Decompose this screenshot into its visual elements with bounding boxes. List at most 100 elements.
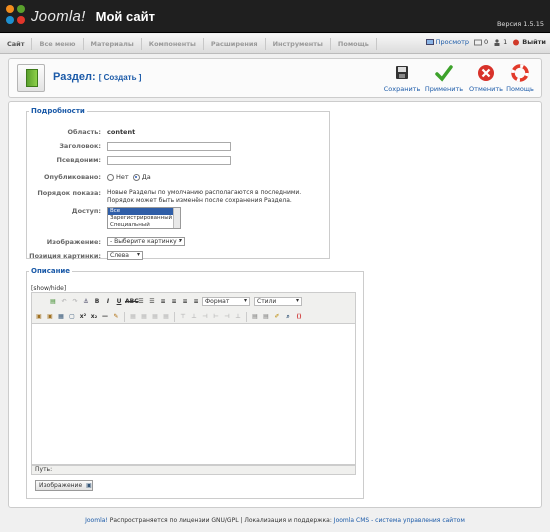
align-left-icon[interactable]: ≡ (158, 297, 168, 307)
cell-props-icon[interactable]: ▦ (150, 312, 160, 322)
lifebuoy-icon (511, 64, 529, 82)
published-yes-radio[interactable] (132, 173, 140, 181)
row-after-icon[interactable]: ⊥ (189, 312, 199, 322)
menu-all-menus[interactable]: Все меню (32, 37, 84, 50)
delete-row-icon[interactable]: ⊣ (200, 312, 210, 322)
version-label: Версия 1.5.15 (496, 20, 544, 28)
scope-label: Область: (67, 128, 101, 136)
html-source-icon[interactable]: ⟨⟩ (294, 312, 304, 322)
editor-textarea[interactable] (31, 324, 356, 465)
ordered-list-icon[interactable]: ☰ (136, 297, 146, 307)
menu-content[interactable]: Материалы (84, 37, 142, 50)
save-label: Сохранить (383, 85, 421, 93)
main-content: Подробности Область: content Заголовок: … (8, 101, 542, 508)
superscript-icon[interactable]: x² (78, 312, 88, 322)
access-option[interactable]: Зарегистрированный (108, 215, 180, 222)
styles-select[interactable]: Стили (254, 297, 302, 306)
align-center-icon[interactable]: ≡ (169, 297, 179, 307)
image-select[interactable]: - Выберите картинку - (107, 237, 185, 246)
access-option[interactable]: Все (108, 208, 180, 215)
section-icon (17, 64, 45, 92)
paste-word-icon[interactable]: ▣ (45, 312, 55, 322)
bold-icon[interactable]: B (92, 297, 102, 307)
row-props-icon[interactable]: ▦ (139, 312, 149, 322)
image-position-select[interactable]: Слева (107, 251, 143, 260)
access-option[interactable]: Специальный (108, 222, 180, 229)
media-icon[interactable]: ▤ (261, 312, 271, 322)
details-legend: Подробности (31, 107, 85, 115)
visual-aid-icon[interactable]: ▤ (250, 312, 260, 322)
row-before-icon[interactable]: ⊤ (178, 312, 188, 322)
joomla-cms-link[interactable]: Joomla CMS - система управления сайтом (334, 517, 465, 524)
horizontal-rule-icon[interactable]: — (100, 312, 110, 322)
logout-link[interactable]: Выйти (512, 38, 546, 46)
redo-icon[interactable]: ↷ (70, 297, 80, 307)
paste-icon[interactable]: ▣ (34, 312, 44, 322)
help-label: Помощь (506, 85, 534, 93)
table-props-icon[interactable]: ▦ (128, 312, 138, 322)
published-label: Опубликовано: (43, 173, 101, 181)
apply-button[interactable]: Применить (423, 64, 465, 93)
insert-image-button[interactable]: Изображение ▣ (35, 480, 93, 491)
details-fieldset: Подробности Область: content Заголовок: … (26, 107, 330, 260)
alias-input[interactable] (107, 156, 231, 165)
menu-components[interactable]: Компоненты (142, 37, 204, 50)
new-document-icon[interactable]: ▤ (48, 297, 58, 307)
preview-link[interactable]: Просмотр (425, 38, 469, 46)
order-row: Порядок показа: Новые Разделы по умолчан… (27, 189, 307, 205)
alias-row: Псевдоним: (27, 156, 231, 165)
delete-col-icon[interactable]: ⊥ (233, 312, 243, 322)
cancel-label: Отменить (469, 85, 503, 93)
published-row: Опубликовано: Нет Да (27, 173, 151, 181)
col-after-icon[interactable]: ⊣ (222, 312, 232, 322)
title-label: Заголовок: (59, 142, 101, 150)
access-row: Доступ: Все Зарегистрированный Специальн… (27, 207, 181, 229)
strikethrough-icon[interactable]: ABC (125, 297, 139, 307)
table-icon[interactable]: ▦ (56, 312, 66, 322)
access-label: Доступ: (71, 207, 101, 215)
insert-row-icon[interactable]: ▦ (161, 312, 171, 322)
align-justify-icon[interactable]: ≡ (191, 297, 201, 307)
access-listbox[interactable]: Все Зарегистрированный Специальный (107, 207, 181, 229)
published-no-radio[interactable] (107, 173, 114, 181)
listbox-scrollbar[interactable] (173, 208, 180, 228)
image-row: Изображение: - Выберите картинку - (27, 237, 185, 246)
messages-count[interactable]: 0 (474, 38, 488, 46)
logout-label: Выйти (522, 38, 546, 46)
edit-icon[interactable]: ✎ (111, 312, 121, 322)
power-icon (513, 39, 520, 45)
title-input[interactable] (107, 142, 231, 151)
unordered-list-icon[interactable]: ☰ (147, 297, 157, 307)
menu-tools[interactable]: Инструменты (266, 37, 331, 50)
order-text: Новые Разделы по умолчанию располагаются… (107, 189, 302, 204)
col-before-icon[interactable]: ⊢ (211, 312, 221, 322)
find-icon[interactable]: ⌕ (283, 312, 293, 322)
save-icon (396, 66, 408, 79)
underline-icon[interactable]: U (114, 297, 124, 307)
format-select[interactable]: Формат (202, 297, 250, 306)
alias-label: Псевдоним: (56, 156, 102, 164)
editor-path-bar: Путь: (31, 465, 356, 475)
cleanup-icon[interactable]: ✐ (272, 312, 282, 322)
toolbar-box: Раздел: [ Создать ] Сохранить Применить … (8, 58, 542, 98)
users-online[interactable]: 1 (493, 38, 507, 46)
layer-icon[interactable]: ▢ (67, 312, 77, 322)
help-button[interactable]: Помощь (499, 64, 541, 93)
menu-extensions[interactable]: Расширения (204, 37, 266, 50)
checkmark-icon (435, 65, 453, 82)
italic-icon[interactable]: I (103, 297, 113, 307)
image-icon: ▣ (86, 482, 92, 489)
save-button[interactable]: Сохранить (381, 64, 423, 93)
menu-site[interactable]: Сайт (0, 37, 33, 50)
insert-image-label: Изображение (39, 482, 83, 489)
anchor-icon[interactable]: ⚓ (81, 297, 91, 307)
header: Joomla! Мой сайт Версия 1.5.15 (0, 0, 550, 33)
mail-icon (474, 39, 482, 45)
undo-icon[interactable]: ↶ (59, 297, 69, 307)
joomla-link[interactable]: Joomla! (85, 517, 108, 524)
align-right-icon[interactable]: ≡ (180, 297, 190, 307)
preview-label: Просмотр (435, 38, 469, 46)
show-hide-link[interactable]: [show/hide] (31, 285, 66, 292)
subscript-icon[interactable]: x₂ (89, 312, 99, 322)
menu-help[interactable]: Помощь (331, 37, 377, 50)
